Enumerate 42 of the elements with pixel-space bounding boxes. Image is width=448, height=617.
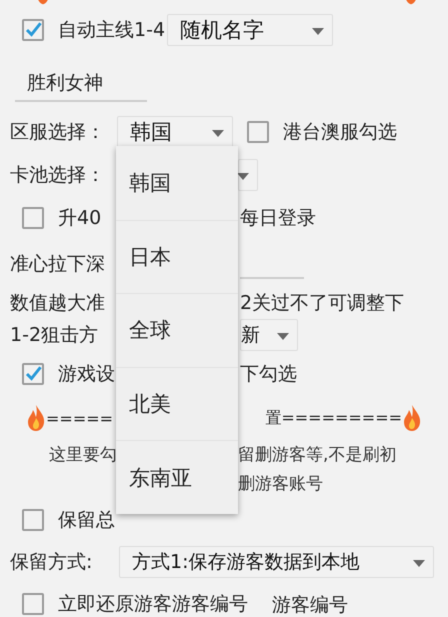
dropdown[interactable]: 韩国	[117, 116, 233, 148]
flame-icon	[402, 404, 422, 432]
checkbox[interactable]	[22, 593, 44, 615]
divider-text: 置=========	[265, 408, 402, 428]
checkbox-label: 港台澳服勾选	[283, 120, 397, 145]
flame-icon	[404, 0, 418, 6]
field-label: 区服选择：	[10, 120, 106, 145]
note-text: 这里要勾	[49, 444, 117, 466]
flame-icon	[26, 404, 46, 432]
text: 下勾选	[240, 362, 297, 387]
checkbox[interactable]	[22, 19, 44, 41]
dropdown[interactable]	[238, 159, 258, 191]
menu-item[interactable]: 东南亚	[116, 440, 238, 514]
note-text: 删游客账号	[238, 474, 323, 494]
menu-item[interactable]: 全球	[116, 293, 238, 367]
checkbox-label: 保留总	[58, 508, 115, 533]
text: 数值越大准	[10, 291, 105, 316]
divider-text: =====	[46, 408, 114, 428]
menu-item[interactable]: 日本	[116, 220, 238, 294]
checkbox[interactable]	[22, 363, 44, 385]
dropdown[interactable]: 新	[240, 319, 298, 351]
checkbox[interactable]	[247, 121, 269, 143]
field-label: 卡池选择：	[10, 163, 106, 188]
field-label: 保留方式:	[10, 550, 94, 575]
checkbox-label: 自动主线1-4	[58, 18, 166, 43]
note-text: 留删游客等,不是刷初	[238, 445, 396, 465]
checkbox[interactable]	[22, 509, 44, 531]
checkbox-label: 游戏设	[58, 362, 115, 387]
text: 1-2狙击方	[10, 323, 98, 348]
dropdown[interactable]: 方式1:保存游客数据到本地	[119, 546, 434, 578]
flame-icon	[36, 0, 50, 6]
text: 每日登录	[240, 206, 316, 231]
menu-item[interactable]: 北美	[116, 366, 238, 440]
dropdown[interactable]: 随机名字	[167, 14, 334, 46]
field-label: 准心拉下深	[10, 252, 105, 277]
text: 2关过不了可调整下	[240, 291, 404, 316]
checkbox-label: 立即还原游客游客编号	[58, 592, 248, 617]
checkbox[interactable]	[22, 207, 44, 229]
text-field[interactable]: 胜利女神	[15, 62, 147, 102]
checkbox-label: 升40	[58, 206, 102, 231]
text-field[interactable]: 游客编号	[260, 584, 370, 617]
menu-item[interactable]: 韩国	[116, 146, 238, 220]
